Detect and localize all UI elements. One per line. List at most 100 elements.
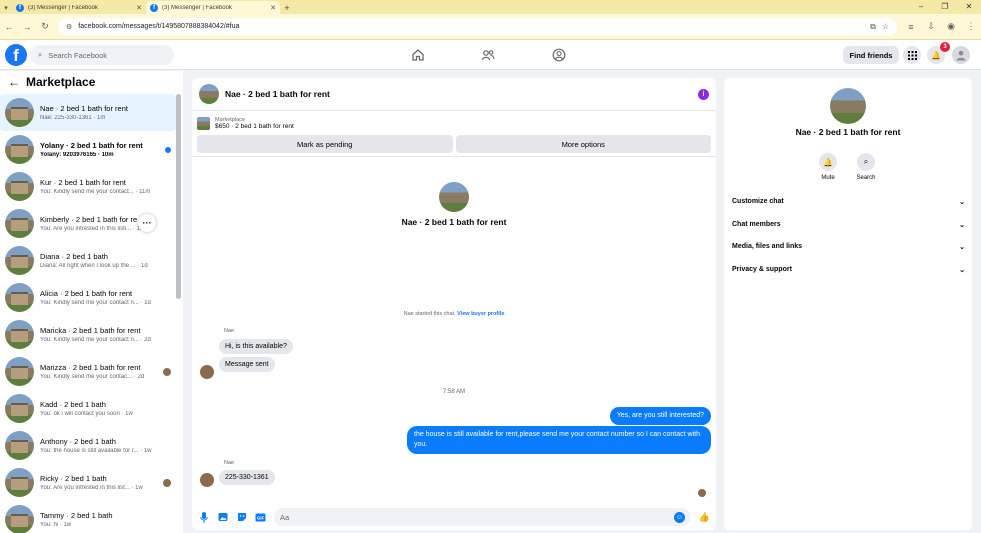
microphone-icon[interactable] — [198, 511, 209, 523]
chat-title[interactable]: Nae · 2 bed 1 bath for rent — [225, 89, 692, 99]
more-options-button[interactable]: More options — [455, 135, 711, 153]
mute-label: Mute — [821, 175, 835, 181]
chevron-down-icon: ⌄ — [959, 267, 965, 274]
conversation-item[interactable]: Ricky · 2 bed 1 bath You: Are you intrest… — [0, 464, 176, 501]
avatar — [200, 473, 214, 487]
listing-actions: Mark as pending More options — [192, 135, 716, 157]
conversation-list: Nae · 2 bed 1 bath for rent Nae: 225-330-… — [0, 94, 176, 533]
conversation-item[interactable]: Yolany · 2 bed 1 bath for rent Yolany: 92… — [0, 131, 176, 168]
sticker-icon[interactable] — [236, 512, 247, 523]
close-window-icon[interactable]: ✕ — [957, 0, 981, 14]
list-scrollbar[interactable] — [176, 94, 181, 299]
media-files-links-section[interactable]: Media, files and links ⌄ — [732, 243, 965, 251]
conversation-name: Maricka · 2 bed 1 bath for rent — [40, 326, 141, 335]
facebook-logo-icon[interactable]: f — [5, 44, 27, 66]
conversation-item[interactable]: Marizza · 2 bed 1 bath for rent You: Kind… — [0, 353, 176, 390]
mute-button[interactable]: 🔔 Mute — [808, 153, 848, 181]
media-control-icon[interactable]: ≡ — [905, 22, 917, 32]
emoji-icon[interactable]: ☺ — [674, 511, 685, 523]
message-input[interactable]: Aa ☺ — [274, 508, 691, 526]
conversation-item[interactable]: Anthony · 2 bed 1 bath You: the house is … — [0, 427, 176, 464]
incoming-message[interactable]: Message sent — [219, 357, 275, 372]
search-button[interactable]: ⌕ Search — [846, 153, 886, 181]
conversation-preview: Nae: 225-330-1361 · 1m — [40, 115, 106, 121]
conversation-preview: You: Kindly send me your contact... · 11… — [40, 189, 151, 195]
conversation-item[interactable]: Kimberly · 2 bed 1 bath for re You: Are y… — [0, 205, 176, 242]
conversation-preview: You: hi · 1w — [40, 522, 72, 528]
info-icon[interactable]: i — [698, 88, 709, 100]
like-thumbs-up-icon[interactable]: 👍 — [699, 512, 710, 523]
mark-as-pending-button[interactable]: Mark as pending — [197, 135, 453, 153]
chat-intro: Nae · 2 bed 1 bath for rent — [192, 182, 716, 227]
privacy-support-section[interactable]: Privacy & support ⌄ — [732, 266, 965, 274]
section-label: Media, files and links — [732, 243, 803, 250]
chat-members-section[interactable]: Chat members ⌄ — [732, 221, 965, 229]
conversation-item[interactable]: Tammy · 2 bed 1 bath You: hi · 1w — [0, 501, 176, 533]
listing-summary[interactable]: Marketplace $650 · 2 bed 1 bath for rent — [192, 111, 716, 135]
friends-icon[interactable] — [480, 47, 496, 63]
conversation-item[interactable]: Maricka · 2 bed 1 bath for rent You: Kind… — [0, 316, 176, 353]
account-avatar[interactable] — [952, 46, 970, 64]
customize-chat-section[interactable]: Customize chat ⌄ — [732, 198, 965, 206]
find-friends-button[interactable]: Find friends — [843, 46, 899, 64]
minimize-icon[interactable]: – — [909, 0, 933, 14]
browser-tab-active[interactable]: f (3) Messenger | Facebook ✕ — [146, 1, 280, 14]
avatar[interactable] — [199, 84, 219, 104]
browser-tab[interactable]: f (3) Messenger | Facebook ✕ — [12, 1, 146, 14]
new-tab-icon[interactable]: + — [280, 1, 294, 14]
outgoing-message[interactable]: the house is still available for rent,pl… — [407, 426, 711, 454]
photo-icon[interactable] — [217, 512, 228, 523]
browser-tabbar: ▾ f (3) Messenger | Facebook ✕ f (3) Mes… — [0, 0, 981, 14]
avatar — [5, 468, 34, 497]
facebook-favicon-icon: f — [150, 3, 158, 12]
avatar — [5, 98, 34, 127]
seen-avatar — [163, 478, 171, 487]
avatar — [5, 283, 34, 312]
avatar[interactable] — [830, 88, 866, 124]
restore-icon[interactable]: ❐ — [933, 0, 957, 14]
incoming-message[interactable]: Hi, is this available? — [219, 339, 293, 354]
profile-circle-icon[interactable] — [551, 47, 567, 63]
conversation-item[interactable]: Diana · 2 bed 1 bath Diana: All right whe… — [0, 242, 176, 279]
view-buyer-profile-link[interactable]: View buyer profile — [457, 311, 504, 317]
conversation-item[interactable]: Kadd · 2 bed 1 bath You: ok i will contac… — [0, 390, 176, 427]
home-icon[interactable] — [410, 47, 426, 63]
close-tab-icon[interactable]: ✕ — [136, 4, 142, 12]
outgoing-message[interactable]: Yes, are you still interested? — [609, 407, 711, 425]
conversation-item[interactable]: Kur · 2 bed 1 bath for rent You: Kindly s… — [0, 168, 176, 205]
back-arrow-icon[interactable]: ← — [8, 75, 20, 89]
back-icon[interactable]: ← — [4, 22, 14, 32]
menu-grid-icon[interactable] — [903, 46, 921, 64]
message-composer: GIF Aa ☺ 👍 — [192, 504, 716, 530]
bookmark-star-icon[interactable]: ☆ — [882, 22, 889, 31]
facebook-search-input[interactable]: ⌕ Search Facebook — [30, 45, 174, 65]
more-options-icon[interactable]: ··· — [138, 214, 156, 232]
section-label: Customize chat — [732, 198, 784, 205]
conversation-preview: You: the house is still available for r.… — [40, 448, 152, 454]
message-placeholder: Aa — [280, 512, 290, 522]
incoming-message[interactable]: 225-330-1361 — [219, 470, 275, 485]
forward-icon[interactable]: → — [22, 22, 32, 32]
conversation-name: Anthony · 2 bed 1 bath — [40, 437, 116, 446]
chevron-down-icon: ⌄ — [959, 222, 965, 229]
marketplace-chat-list-panel: ← Marketplace Nae · 2 bed 1 bath for ren… — [0, 71, 183, 533]
address-bar[interactable]: ⚙ facebook.com/messages/t/14958078883840… — [58, 17, 897, 36]
conversation-name: Nae · 2 bed 1 bath for rent — [40, 104, 128, 113]
unread-dot-icon — [165, 146, 171, 153]
download-icon[interactable]: ⇩ — [925, 21, 937, 32]
conversation-item[interactable]: Alicia · 2 bed 1 bath for rent You: Kindl… — [0, 279, 176, 316]
reload-icon[interactable]: ↻ — [40, 21, 50, 32]
browser-menu-icon[interactable]: ⋮ — [965, 21, 977, 32]
avatar — [5, 135, 34, 164]
profile-icon[interactable]: ◉ — [945, 21, 957, 32]
close-tab-icon[interactable]: ✕ — [270, 4, 276, 12]
conversation-item[interactable]: Nae · 2 bed 1 bath for rent Nae: 225-330-… — [0, 94, 176, 131]
chat-header: Nae · 2 bed 1 bath for rent i — [192, 78, 716, 111]
gif-icon[interactable]: GIF — [255, 512, 266, 523]
panel-header: ← Marketplace — [0, 71, 183, 93]
tab-search-icon[interactable]: ▾ — [0, 1, 12, 14]
install-icon[interactable]: ⧉ — [870, 22, 876, 32]
site-info-icon[interactable]: ⚙ — [66, 23, 72, 31]
chat-details-panel: Nae · 2 bed 1 bath for rent 🔔 Mute ⌕ Sea… — [724, 78, 972, 530]
browser-toolbar: ← → ↻ ⚙ facebook.com/messages/t/14958078… — [0, 14, 981, 40]
